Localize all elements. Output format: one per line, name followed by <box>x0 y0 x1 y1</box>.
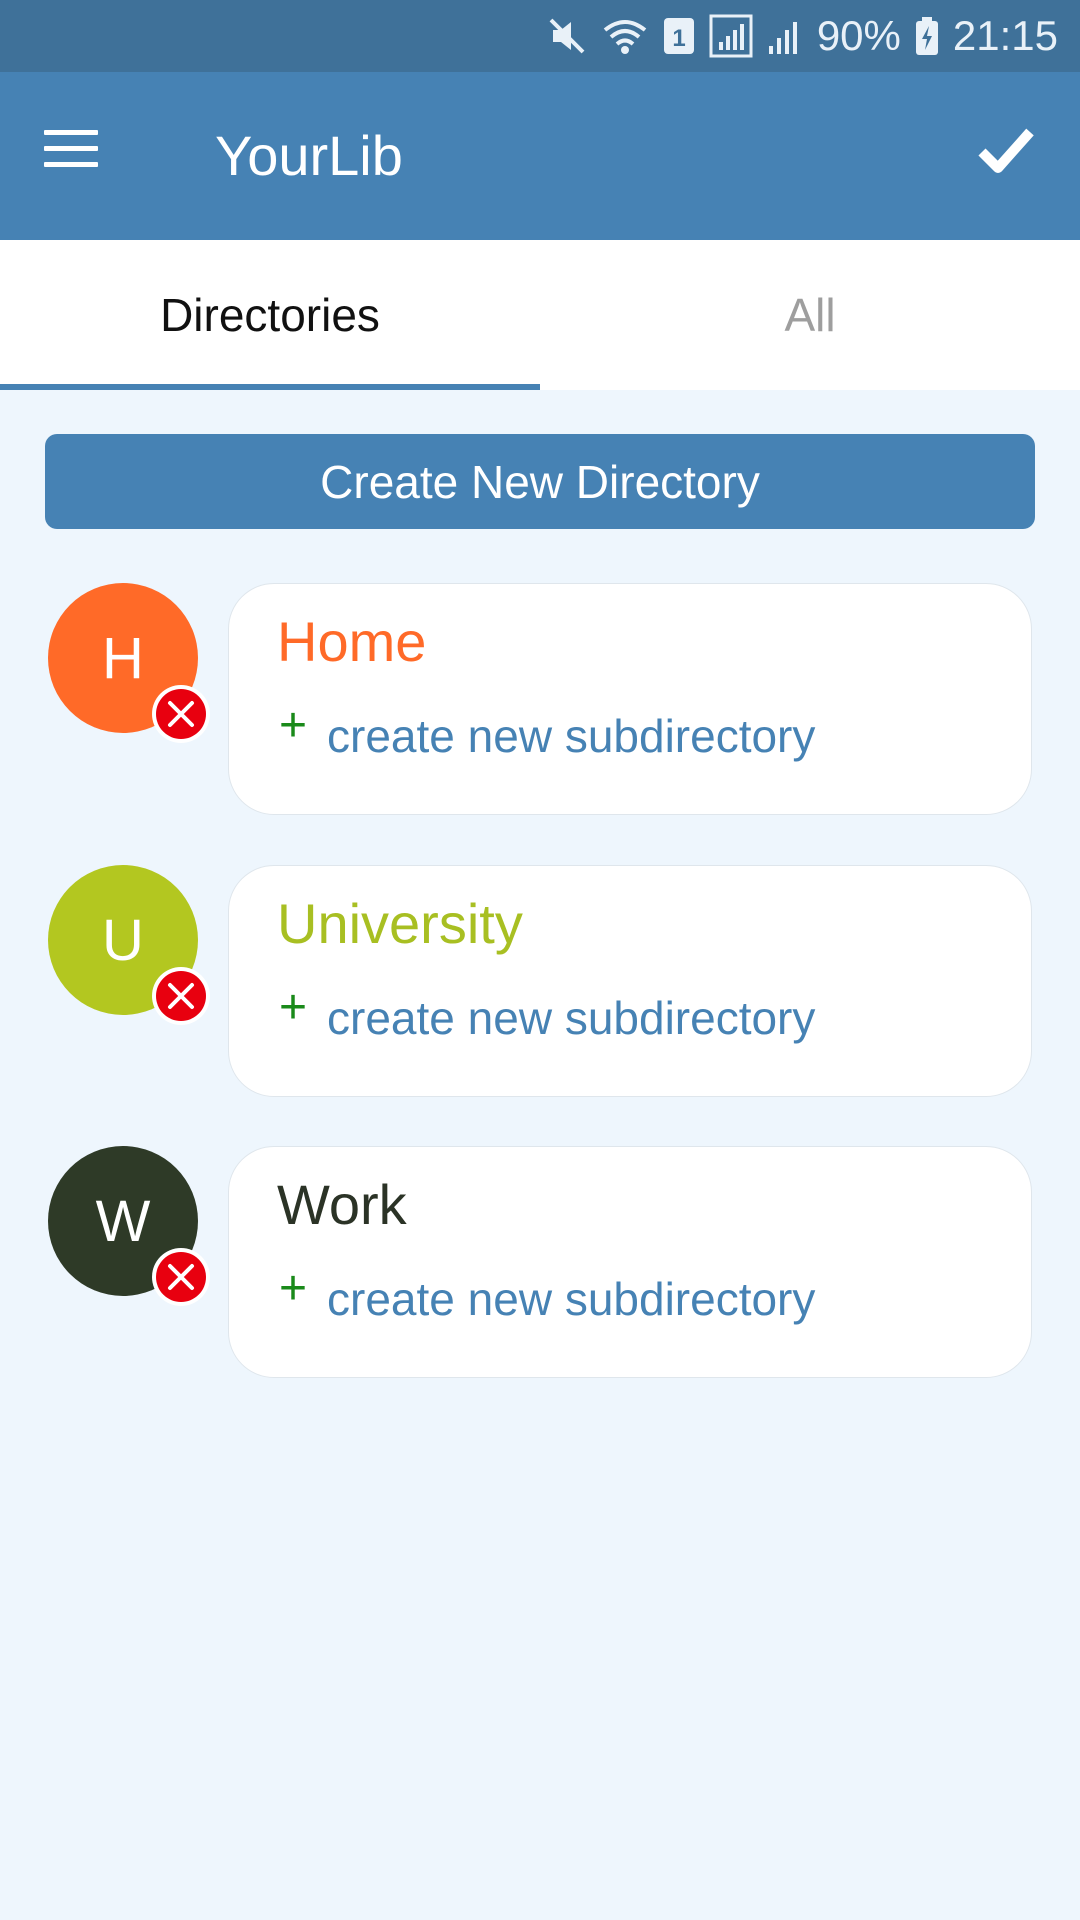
directory-name: Work <box>277 1173 407 1236</box>
tab-bar: Directories All <box>0 240 1080 390</box>
remove-icon[interactable] <box>150 965 212 1027</box>
app-bar: YourLib <box>0 72 1080 240</box>
plus-icon: + <box>279 1262 308 1315</box>
remove-icon[interactable] <box>150 1246 212 1308</box>
remove-icon[interactable] <box>150 683 212 745</box>
plus-icon: + <box>279 699 308 752</box>
directory-card[interactable]: University + create new subdirectory <box>228 865 1032 1097</box>
create-subdirectory-label: create new subdirectory <box>327 709 816 762</box>
directory-item: W Work + create new subdirectory <box>0 1146 1080 1380</box>
menu-icon[interactable] <box>44 130 104 178</box>
signal-icon <box>768 22 797 54</box>
sim-slot-label: 1 <box>672 25 685 52</box>
create-new-directory-button[interactable]: Create New Directory <box>45 434 1035 529</box>
clock: 21:15 <box>952 12 1058 59</box>
battery-percent: 90% <box>816 12 901 59</box>
create-subdirectory-link[interactable]: + create new subdirectory <box>279 1262 816 1326</box>
wifi-icon <box>603 20 647 54</box>
check-icon[interactable] <box>976 120 1036 180</box>
plus-icon: + <box>279 981 308 1034</box>
create-subdirectory-label: create new subdirectory <box>327 1272 816 1325</box>
signal-icon <box>709 14 753 58</box>
create-subdirectory-link[interactable]: + create new subdirectory <box>279 981 816 1045</box>
create-subdirectory-label: create new subdirectory <box>327 991 816 1044</box>
status-bar: 1 90% 21:15 <box>0 0 1080 72</box>
directory-card[interactable]: Home + create new subdirectory <box>228 583 1032 815</box>
tab-all[interactable]: All <box>540 240 1080 390</box>
create-subdirectory-link[interactable]: + create new subdirectory <box>279 699 816 763</box>
directory-card[interactable]: Work + create new subdirectory <box>228 1146 1032 1378</box>
battery-charging-icon <box>915 17 938 55</box>
directory-item: H Home + create new subdirectory <box>0 583 1080 817</box>
app-title: YourLib <box>215 124 403 187</box>
tab-directories[interactable]: Directories <box>0 240 540 390</box>
directory-name: Home <box>277 610 427 673</box>
directory-item: U University + create new subdirectory <box>0 865 1080 1099</box>
sim-1-icon: 1 <box>663 18 694 54</box>
directory-name: University <box>277 892 523 955</box>
mute-icon <box>549 18 585 54</box>
